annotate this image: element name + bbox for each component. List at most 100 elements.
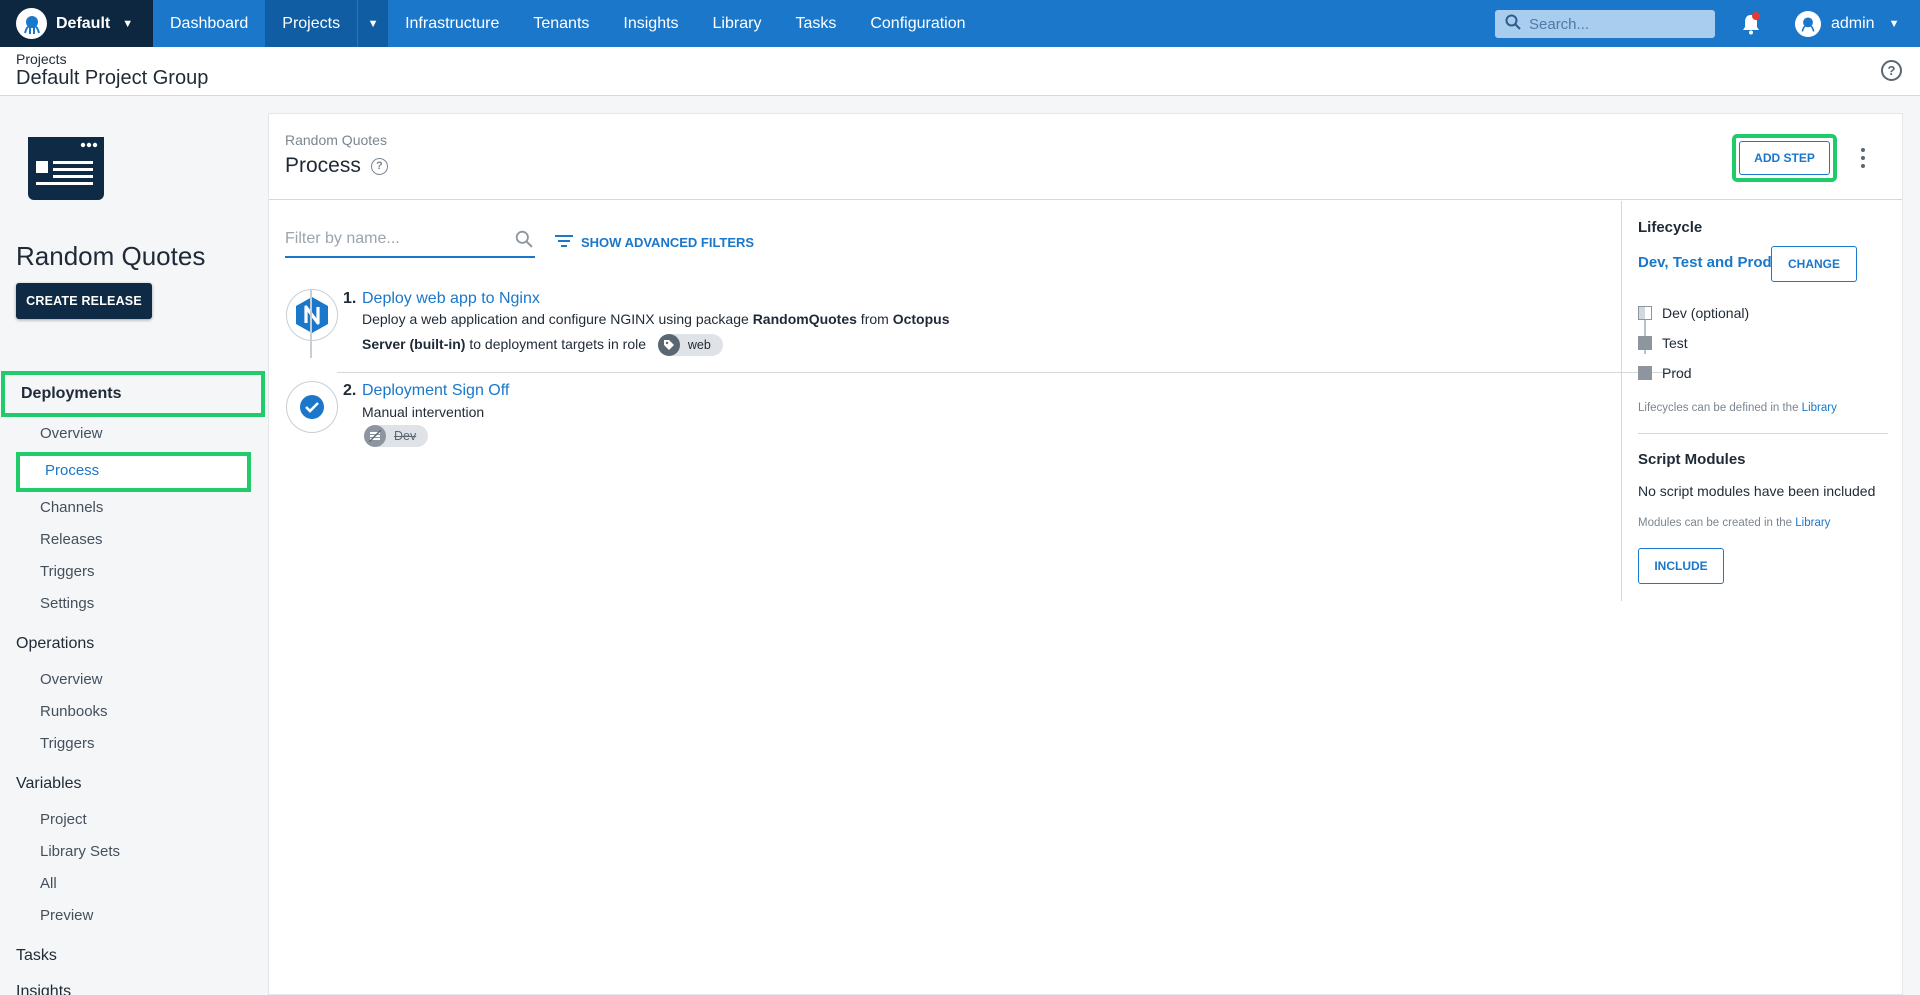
nav-library[interactable]: Library [696, 0, 779, 47]
filter-input[interactable] [285, 224, 495, 254]
step-description: Manual intervention [362, 404, 485, 420]
library-link[interactable]: Library [1795, 517, 1830, 529]
projects-dropdown-icon[interactable]: ▼ [357, 0, 389, 47]
phase-label: Prod [1662, 365, 1692, 381]
page-title: Default Project Group [16, 67, 209, 89]
lifecycle-name-link[interactable]: Dev, Test and Prod [1638, 254, 1772, 271]
nav-projects[interactable]: Projects [265, 0, 358, 47]
phase-test: Test [1638, 335, 1688, 351]
filter-field[interactable] [285, 224, 535, 258]
sidebar-item-releases[interactable]: Releases [40, 531, 103, 548]
sidebar-item-operations-triggers[interactable]: Triggers [40, 735, 94, 752]
phase-square-icon [1638, 336, 1652, 350]
nav-insights[interactable]: Insights [606, 0, 695, 47]
step-desc-text: from [856, 311, 893, 327]
help-icon[interactable]: ? [370, 157, 388, 175]
nav-tasks[interactable]: Tasks [778, 0, 853, 47]
step-number: 2. [343, 382, 357, 399]
notifications-bell-icon[interactable] [1740, 12, 1762, 36]
phase-label: Dev (optional) [1662, 305, 1750, 321]
change-lifecycle-button[interactable]: CHANGE [1771, 246, 1857, 282]
sidebar-item-operations-overview[interactable]: Overview [40, 671, 103, 688]
step-title-link[interactable]: Deploy web app to Nginx [362, 290, 540, 308]
environment-chip-wrap: Dev [364, 425, 429, 447]
show-advanced-filters-button[interactable]: SHOW ADVANCED FILTERS [555, 234, 754, 251]
step-connector [310, 290, 312, 358]
nav-configuration[interactable]: Configuration [853, 0, 982, 47]
role-chip[interactable]: web [657, 334, 723, 357]
sidebar-item-triggers[interactable]: Triggers [40, 563, 94, 580]
space-name: Default [56, 14, 111, 32]
search-box[interactable] [1495, 10, 1715, 38]
sidebar-item-settings[interactable]: Settings [40, 595, 94, 612]
chevron-down-icon: ▼ [122, 17, 134, 30]
sidebar-item-channels[interactable]: Channels [40, 499, 103, 516]
role-chip-label: web [687, 338, 711, 353]
phase-optional-icon [1638, 306, 1652, 320]
environment-icon [364, 425, 386, 447]
feed-name: Octopus [892, 311, 950, 327]
script-modules-note-text: Modules can be created in the [1638, 517, 1796, 529]
create-release-button[interactable]: CREATE RELEASE [16, 283, 152, 319]
help-icon[interactable]: ? [1881, 60, 1902, 81]
search-input[interactable] [1529, 15, 1699, 33]
nav-infrastructure[interactable]: Infrastructure [388, 0, 516, 47]
nginx-icon [286, 289, 338, 341]
sidebar-item-variables-all[interactable]: All [40, 875, 57, 892]
phase-prod: Prod [1638, 365, 1692, 381]
step-number: 1. [343, 290, 357, 307]
sidebar-section-tasks[interactable]: Tasks [16, 947, 57, 965]
add-step-button[interactable]: ADD STEP [1739, 141, 1830, 175]
package-name: RandomQuotes [752, 311, 857, 327]
include-script-module-button[interactable]: INCLUDE [1638, 548, 1724, 584]
sidebar-item-variables-preview[interactable]: Preview [40, 907, 93, 924]
space-selector[interactable]: Default ▼ [0, 0, 153, 47]
lifecycle-heading: Lifecycle [1638, 219, 1703, 236]
step-desc-text: to deployment targets in role [465, 336, 647, 352]
feed-name: Server (built-in) [362, 336, 466, 352]
sidebar-section-deployments[interactable]: Deployments [21, 385, 121, 403]
sidebar-section-insights[interactable]: Insights [16, 983, 71, 995]
username: admin [1831, 15, 1875, 32]
phase-dev: Dev (optional) [1638, 305, 1749, 321]
filter-lines-icon [555, 234, 573, 251]
search-icon [1505, 14, 1521, 35]
step-divider [337, 372, 1687, 373]
panel-breadcrumb[interactable]: Random Quotes [285, 132, 387, 148]
step-title-link[interactable]: Deployment Sign Off [362, 382, 509, 400]
sidebar-item-overview[interactable]: Overview [40, 425, 103, 442]
script-modules-note: Modules can be created in the Library [1638, 517, 1830, 529]
panel-title: Process ? [285, 154, 388, 178]
sidebar-section-operations[interactable]: Operations [16, 635, 94, 653]
user-menu[interactable]: admin ▼ [1795, 10, 1899, 38]
divider [1638, 433, 1888, 434]
project-sidebar: Random Quotes CREATE RELEASE [0, 113, 266, 995]
panel-header: Random Quotes Process ? ADD STEP [269, 114, 1902, 200]
sidebar-item-process[interactable]: Process [45, 462, 99, 479]
environment-chip-label: Dev [394, 429, 417, 443]
chevron-down-icon: ▼ [1888, 18, 1900, 30]
sidebar-section-variables[interactable]: Variables [16, 775, 82, 793]
script-modules-heading: Script Modules [1638, 451, 1746, 468]
process-panel: Random Quotes Process ? ADD STEP SHOW AD… [268, 113, 1903, 995]
lifecycle-note: Lifecycles can be defined in the Library [1638, 402, 1837, 414]
sidebar-item-variables-project[interactable]: Project [40, 811, 87, 828]
octopus-logo-icon [16, 8, 47, 39]
library-link[interactable]: Library [1802, 402, 1837, 414]
tag-icon [657, 334, 680, 357]
avatar [1795, 11, 1821, 37]
script-modules-status: No script modules have been included [1638, 483, 1876, 499]
phase-square-icon [1638, 366, 1652, 380]
advanced-filters-label: SHOW ADVANCED FILTERS [581, 235, 755, 250]
breadcrumb-projects-link[interactable]: Projects [16, 51, 67, 67]
nav-dashboard[interactable]: Dashboard [153, 0, 265, 47]
more-options-icon[interactable] [1860, 148, 1866, 168]
sidebar-item-runbooks[interactable]: Runbooks [40, 703, 108, 720]
environment-chip[interactable]: Dev [364, 425, 429, 447]
phase-label: Test [1662, 335, 1688, 351]
project-name: Random Quotes [16, 241, 206, 271]
sidebar-item-library-sets[interactable]: Library Sets [40, 843, 120, 860]
nav-tenants[interactable]: Tenants [516, 0, 606, 47]
project-logo-icon [28, 137, 104, 200]
panel-title-text: Process [285, 154, 361, 177]
